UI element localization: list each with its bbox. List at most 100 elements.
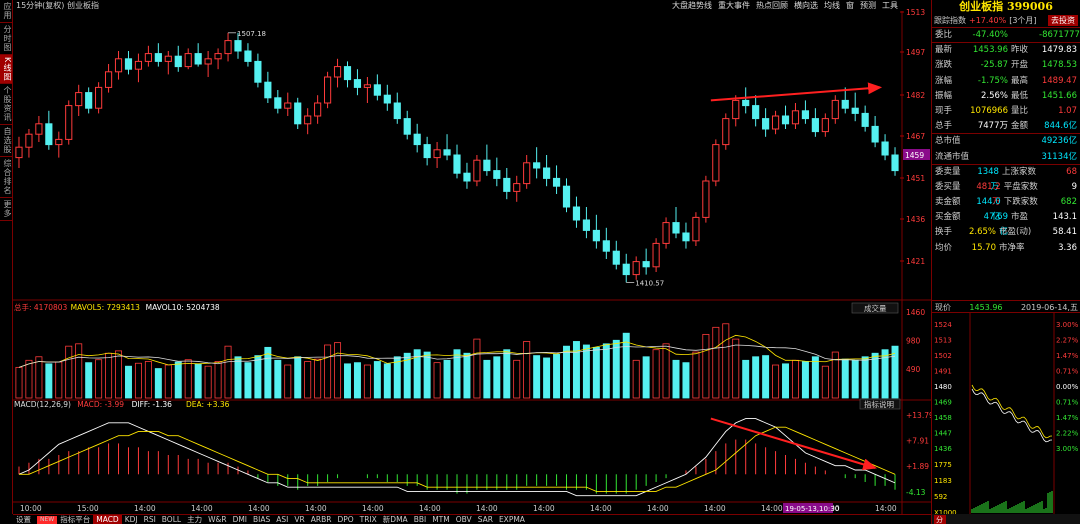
candle bbox=[841, 99, 849, 109]
indicator-help-label[interactable]: 指标说明 bbox=[864, 399, 894, 409]
indicator-tab[interactable]: VR bbox=[291, 515, 307, 524]
mini-price-line bbox=[971, 388, 1053, 443]
candle bbox=[85, 92, 93, 109]
quote-row: 现手 1076966 量比 1.07 bbox=[932, 104, 1080, 119]
intraday-mini-chart[interactable]: 1524 1513 1502 1491 1480 1469 1458 1447 1436 1775… bbox=[932, 313, 1080, 524]
quote-value: -1.75% bbox=[977, 75, 1008, 86]
indicator-tab[interactable]: OBV bbox=[453, 515, 475, 524]
indicator-tab[interactable]: BBI bbox=[411, 515, 430, 524]
candle bbox=[274, 97, 282, 109]
indicator-tab[interactable]: KDJ bbox=[122, 515, 141, 524]
indicator-tab[interactable]: TRIX bbox=[357, 515, 380, 524]
indicator-tab[interactable]: 主力 bbox=[184, 515, 205, 524]
volume-bar bbox=[592, 346, 600, 399]
volume-bar bbox=[184, 359, 192, 399]
quote-value-2: 31134亿 bbox=[1041, 151, 1077, 162]
volume-bar bbox=[483, 359, 491, 399]
mini-left-axis-label: 1436 bbox=[934, 445, 952, 453]
indicator-tab[interactable]: MTM bbox=[429, 515, 453, 524]
indicator-tab[interactable]: BOLL bbox=[159, 515, 184, 524]
indicator-tab[interactable]: BIAS bbox=[250, 515, 273, 524]
candle bbox=[692, 216, 700, 242]
candle bbox=[254, 60, 262, 83]
indicator-tab[interactable]: DPO bbox=[334, 515, 356, 524]
macd-axis-label: -4.13 bbox=[906, 488, 926, 497]
mini-left-axis-label: 1458 bbox=[934, 414, 952, 422]
volume-bar bbox=[284, 364, 292, 399]
indicator-tab[interactable]: DMI bbox=[230, 515, 250, 524]
quote-label-2: 市盈(动) bbox=[999, 227, 1032, 238]
tracking-change: +17.40% bbox=[969, 15, 1007, 25]
candle bbox=[682, 232, 690, 242]
quote-row: 涨跌 -25.87 开盘 1478.53 bbox=[932, 58, 1080, 73]
indicator-tab[interactable]: 指标平台 bbox=[57, 515, 93, 524]
quote-value-2: 1451.66 bbox=[1041, 90, 1077, 101]
indicator-tab[interactable]: W&R bbox=[205, 515, 229, 524]
mini-right-axis-label: 1.47% bbox=[1056, 414, 1079, 422]
volume-bar bbox=[45, 363, 53, 399]
time-axis-label: 14:00 bbox=[134, 504, 156, 513]
indicator-tab[interactable]: SAR bbox=[475, 515, 496, 524]
indicator-tab[interactable]: 新DMA bbox=[380, 515, 411, 524]
kline-chart[interactable]: 1513 1497 1482 1467 1451 1436 1421 1459 1507.18 1… bbox=[0, 0, 931, 514]
candle bbox=[463, 172, 471, 182]
quote-label: 最新 bbox=[935, 45, 953, 56]
indicator-tab[interactable]: 设置 bbox=[13, 515, 34, 524]
volume-bar bbox=[164, 364, 172, 399]
candle bbox=[742, 99, 750, 107]
new-badge: NEW bbox=[37, 516, 58, 524]
volume-bar bbox=[204, 365, 212, 399]
mini-tab-label[interactable]: 分 bbox=[936, 515, 943, 524]
volume-bar bbox=[523, 341, 531, 399]
indicator-tab[interactable]: EXPMA bbox=[496, 515, 528, 524]
quote-value-2: 844.6亿 bbox=[1044, 121, 1077, 132]
candle bbox=[343, 66, 352, 81]
quote-label-2: 市盈 bbox=[1011, 212, 1029, 223]
candle bbox=[712, 144, 720, 182]
quote-label: 委买量 bbox=[935, 181, 961, 192]
quote-label-2: 最高 bbox=[1011, 75, 1029, 86]
candle bbox=[851, 107, 859, 114]
candle bbox=[622, 263, 630, 276]
indicator-tab[interactable]: ARBR bbox=[308, 515, 335, 524]
candle bbox=[552, 177, 561, 187]
quote-rows: 委比 -47.40% -8671777 最新 1453.96 昨收 1479.83 涨跌 -25… bbox=[932, 28, 1080, 256]
candle bbox=[642, 261, 650, 268]
volume-button-label[interactable]: 成交量 bbox=[864, 303, 887, 313]
quote-value: 1076966 bbox=[970, 105, 1008, 116]
quote-label: 均价 bbox=[935, 242, 953, 253]
volume-bar bbox=[274, 359, 282, 399]
quote-row: 振幅 2.56% 最低 1451.66 bbox=[932, 89, 1080, 104]
quote-label: 振幅 bbox=[935, 90, 953, 101]
candle bbox=[732, 99, 740, 120]
price-axis-label: 1482 bbox=[906, 91, 925, 100]
volume-bar bbox=[154, 368, 162, 399]
volume-bar bbox=[423, 351, 431, 399]
mini-price: 1453.96 bbox=[969, 303, 1003, 312]
quote-label: 委卖量 bbox=[935, 166, 961, 177]
time-axis-label: 10:00 bbox=[20, 504, 42, 513]
indicator-tab[interactable]: ASI bbox=[273, 515, 291, 524]
quote-value-2: 1479.83 bbox=[1041, 45, 1077, 56]
candle bbox=[114, 58, 123, 73]
volume-bar bbox=[75, 343, 83, 399]
quote-label-2 bbox=[1011, 150, 1039, 164]
volume-bar bbox=[821, 365, 829, 399]
candle bbox=[543, 167, 551, 179]
volume-bar bbox=[214, 361, 222, 399]
indicator-tab[interactable]: MACD bbox=[93, 515, 122, 524]
time-axis-label: 14:00 bbox=[704, 504, 726, 513]
quote-row: 涨幅 -1.75% 最高 1489.47 bbox=[932, 74, 1080, 89]
mini-left-axis-label: 1775 bbox=[934, 461, 952, 469]
time-highlight-label: 19-05-13,10:30 bbox=[785, 505, 839, 513]
candle bbox=[572, 206, 581, 221]
candle bbox=[433, 149, 441, 159]
candle bbox=[582, 219, 591, 231]
volume-axis-label: 980 bbox=[906, 336, 921, 345]
volume-bar bbox=[55, 361, 63, 399]
volume-bar bbox=[254, 355, 262, 399]
time-axis-label: 14:00 bbox=[647, 504, 669, 513]
quote-row: 委卖量 1348万 上涨家数 68 bbox=[932, 165, 1080, 192]
indicator-tab[interactable]: RSI bbox=[141, 515, 159, 524]
invest-button[interactable]: 去投资 bbox=[1048, 15, 1078, 26]
